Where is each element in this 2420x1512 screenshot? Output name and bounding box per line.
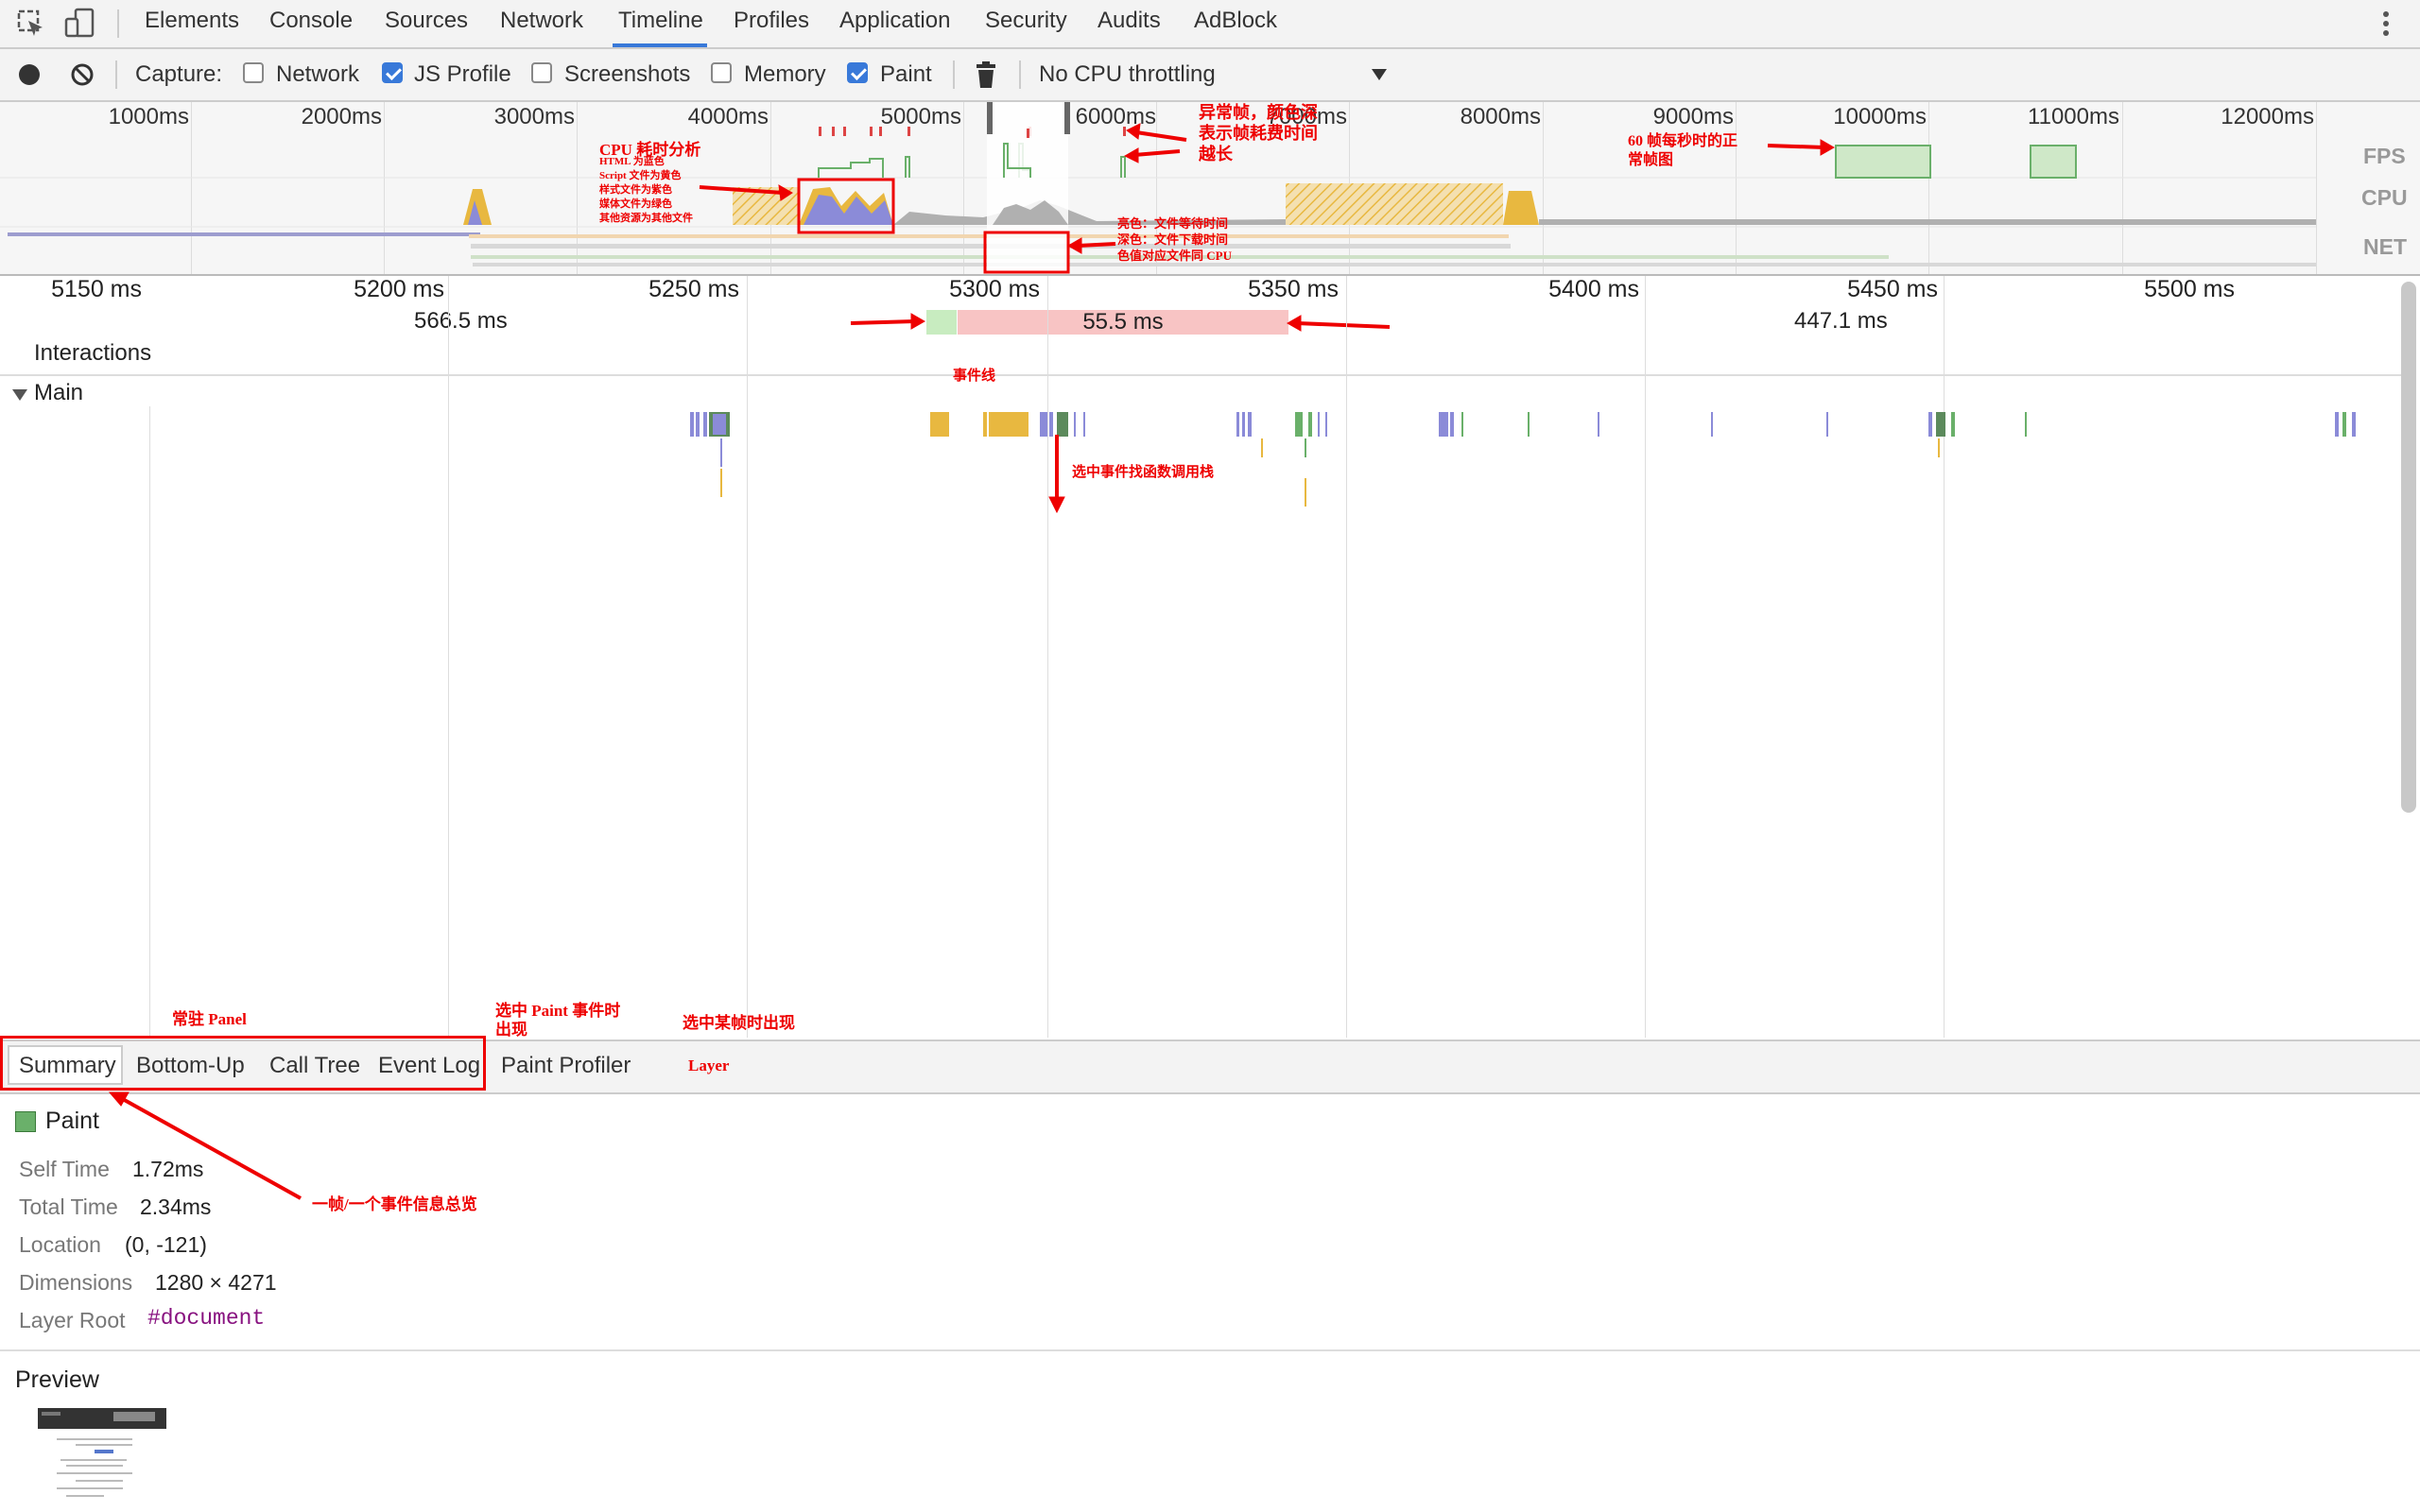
annotation-frame-selected: 选中某帧时出现 [683, 1014, 795, 1032]
annotation-box-resident-tabs [0, 1036, 486, 1091]
location-label: Location [19, 1232, 101, 1257]
paint-preview-thumbnail [38, 1408, 166, 1497]
vertical-scrollbar[interactable] [2401, 282, 2416, 813]
device-toolbar-icon[interactable] [64, 8, 96, 40]
layer-root-label: Layer Root [19, 1308, 126, 1332]
frame-arrows [850, 313, 1391, 332]
paint-checkbox-label[interactable]: Paint [880, 61, 932, 88]
gridline [1346, 276, 1347, 1038]
annotation-layer: Layer [688, 1057, 730, 1074]
gridline [747, 276, 748, 1038]
paint-checkbox[interactable] [847, 62, 868, 83]
summary-arrow [108, 1091, 302, 1200]
divider [1019, 60, 1021, 89]
dimensions-label: Dimensions [19, 1270, 133, 1295]
annotation-resident-panel: 常驻 Panel [172, 1010, 247, 1028]
divider [117, 9, 119, 38]
timeline-ruler: 5150 ms 5200 ms 5250 ms 5300 ms 5350 ms … [0, 276, 2401, 370]
divider [115, 60, 117, 89]
trash-icon[interactable] [974, 60, 998, 89]
divider [953, 60, 955, 89]
gridline [1944, 276, 1945, 1038]
capture-label: Capture: [135, 61, 223, 87]
annotation-call-stack: 选中事件找函数调用栈 [1072, 465, 1215, 480]
gridline [448, 276, 449, 1038]
dropdown-arrow-icon[interactable] [1371, 68, 1388, 81]
tab-timeline[interactable]: Timeline [618, 8, 703, 34]
tab-audits[interactable]: Audits [1098, 8, 1161, 34]
active-tab-indicator [613, 43, 707, 47]
network-checkbox[interactable] [243, 62, 264, 83]
screenshots-checkbox[interactable] [531, 62, 552, 83]
inspect-element-icon[interactable] [17, 9, 45, 38]
main-track-label[interactable]: Main [34, 380, 83, 406]
collapse-triangle-icon[interactable] [11, 387, 28, 403]
timeline-toolbar: Capture: Network JS Profile Screenshots … [0, 49, 2420, 102]
devtools-tab-bar: Elements Console Sources Network Timelin… [0, 0, 2420, 49]
tab-profiles[interactable]: Profiles [734, 8, 809, 34]
gridline [1645, 276, 1646, 1038]
screenshots-checkbox-label[interactable]: Screenshots [564, 61, 690, 88]
clear-icon[interactable] [70, 62, 95, 87]
cpu-throttling-select[interactable]: No CPU throttling [1039, 61, 1216, 88]
memory-checkbox-label[interactable]: Memory [744, 61, 826, 88]
tab-security[interactable]: Security [985, 8, 1067, 34]
divider [0, 374, 2401, 376]
location-value: (0, -121) [125, 1232, 207, 1257]
memory-checkbox[interactable] [711, 62, 732, 83]
tab-network[interactable]: Network [500, 8, 583, 34]
tab-sources[interactable]: Sources [385, 8, 468, 34]
record-icon[interactable] [17, 62, 42, 87]
network-checkbox-label[interactable]: Network [276, 61, 359, 88]
more-options-icon[interactable] [2380, 9, 2392, 38]
annotation-60fps: 60 帧每秒时的正 常帧图 [1628, 133, 1738, 168]
tab-console[interactable]: Console [269, 8, 353, 34]
interactions-track-label[interactable]: Interactions [34, 340, 151, 367]
tab-paint-profiler[interactable]: Paint Profiler [501, 1053, 631, 1079]
timeline-overview[interactable]: 1000ms 2000ms 3000ms 4000ms 5000ms 6000m… [0, 102, 2420, 276]
js-profile-checkbox-label[interactable]: JS Profile [414, 61, 511, 88]
divider [0, 1349, 2420, 1351]
annotation-summary: 一帧/一个事件信息总览 [312, 1195, 477, 1213]
preview-heading: Preview [15, 1366, 99, 1393]
annotation-paint-selected: 选中 Paint 事件时 出现 [495, 1002, 621, 1039]
dimensions-value: 1280 × 4271 [155, 1270, 277, 1295]
annotation-net-legend: 亮色：文件等待时间 深色：文件下载时间 色值对应文件同 CPU [1117, 216, 1232, 263]
annotation-abnormal-frame: 异常帧，颜色深 表示帧耗费时间 越长 [1199, 103, 1318, 163]
tab-application[interactable]: Application [839, 8, 950, 34]
gridline [1047, 276, 1048, 1038]
tab-elements[interactable]: Elements [145, 8, 239, 34]
js-profile-checkbox[interactable] [382, 62, 403, 83]
layer-root-link[interactable]: #document [147, 1306, 265, 1331]
tab-adblock[interactable]: AdBlock [1194, 8, 1277, 34]
annotation-cpu-legend: HTML 为蓝色 Script 文件为黄色 样式文件为紫色 媒体文件为绿色 其他… [599, 156, 693, 224]
annotation-event-line: 事件线 [953, 369, 996, 384]
